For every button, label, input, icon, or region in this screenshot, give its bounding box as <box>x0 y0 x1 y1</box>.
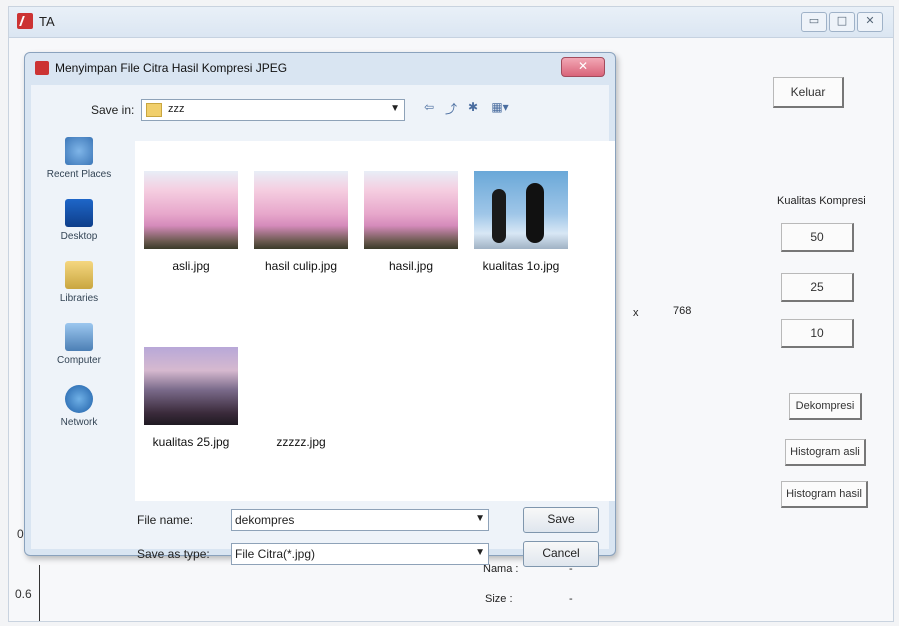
file-thumbnail <box>254 347 348 425</box>
file-item[interactable]: hasil.jpg <box>361 171 461 273</box>
file-name: hasil culip.jpg <box>264 259 338 273</box>
axis-tick-0: 0 <box>17 527 24 541</box>
quality-25-button[interactable]: 25 <box>781 273 854 302</box>
app-title: TA <box>39 14 55 29</box>
place-label-desktop: Desktop <box>60 231 98 242</box>
file-item[interactable]: kualitas 1o.jpg <box>471 171 571 273</box>
file-name-label: File name: <box>137 513 194 527</box>
minimize-button[interactable]: ▭ <box>801 12 827 32</box>
maximize-button[interactable]: □ <box>829 12 855 32</box>
chevron-down-icon: ▼ <box>475 513 485 524</box>
save-in-value: zzz <box>168 103 185 115</box>
file-list: asli.jpg hasil culip.jpg hasil.jpg kuali… <box>135 141 615 501</box>
file-item[interactable]: hasil culip.jpg <box>251 171 351 273</box>
file-item[interactable]: kualitas 25.jpg <box>141 347 241 449</box>
histogram-asli-button[interactable]: Histogram asli <box>785 439 866 466</box>
file-thumbnail <box>254 171 348 249</box>
dialog-logo-icon <box>35 61 49 75</box>
libraries-icon <box>65 261 93 289</box>
up-folder-icon[interactable]: ⤴ <box>443 100 459 116</box>
file-name-input[interactable]: dekompres ▼ <box>231 509 489 531</box>
x-label: x <box>633 307 639 319</box>
folder-icon <box>146 103 162 117</box>
new-folder-icon[interactable]: ✱ <box>465 100 481 116</box>
place-desktop[interactable]: Desktop <box>35 199 123 242</box>
dialog-body: Save in: zzz ▼ ⇦ ⤴ ✱ ▦▾ Recent Places De… <box>31 85 615 567</box>
place-libraries[interactable]: Libraries <box>35 261 123 304</box>
back-icon[interactable]: ⇦ <box>421 100 437 116</box>
network-icon <box>65 385 93 413</box>
axis-line <box>39 565 40 621</box>
place-recent[interactable]: Recent Places <box>35 137 123 180</box>
width-value: 768 <box>673 305 692 317</box>
file-thumbnail <box>144 171 238 249</box>
dekompresi-button[interactable]: Dekompresi <box>789 393 862 420</box>
size-label: Size : <box>485 593 513 605</box>
file-item[interactable]: asli.jpg <box>141 171 241 273</box>
place-label-computer: Computer <box>57 355 101 366</box>
file-item[interactable]: zzzzz.jpg <box>251 347 351 449</box>
save-in-label: Save in: <box>91 103 135 117</box>
window-controls: ▭ □ ✕ <box>801 12 883 32</box>
place-label-libraries: Libraries <box>59 293 99 304</box>
view-menu-icon[interactable]: ▦▾ <box>487 100 513 116</box>
file-name: kualitas 25.jpg <box>152 435 230 449</box>
file-name: zzzzz.jpg <box>276 435 326 449</box>
file-name: hasil.jpg <box>388 259 434 273</box>
axis-tick-0-6: 0.6 <box>15 587 32 601</box>
place-network[interactable]: Network <box>35 385 123 428</box>
save-button[interactable]: Save <box>523 507 599 533</box>
file-thumbnail <box>474 171 568 249</box>
desktop-icon <box>65 199 93 227</box>
file-name: asli.jpg <box>172 259 210 273</box>
save-type-label: Save as type: <box>137 547 210 561</box>
save-in-select[interactable]: zzz ▼ <box>141 99 405 121</box>
file-thumbnail <box>144 347 238 425</box>
recent-places-icon <box>65 137 93 165</box>
cancel-button[interactable]: Cancel <box>523 541 599 567</box>
file-thumbnail <box>364 171 458 249</box>
quality-10-button[interactable]: 10 <box>781 319 854 348</box>
save-dialog: Menyimpan File Citra Hasil Kompresi JPEG… <box>24 52 616 567</box>
save-type-value: File Citra(*.jpg) <box>235 547 316 561</box>
place-label-network: Network <box>60 417 98 428</box>
place-computer[interactable]: Computer <box>35 323 123 366</box>
chevron-down-icon: ▼ <box>475 547 485 558</box>
app-logo-icon <box>17 13 33 29</box>
computer-icon <box>65 323 93 351</box>
keluar-button[interactable]: Keluar <box>773 77 844 108</box>
dialog-close-button[interactable]: ✕ <box>561 57 605 77</box>
place-label-recent: Recent Places <box>46 169 112 180</box>
kualitas-label: Kualitas Kompresi <box>777 195 866 207</box>
histogram-hasil-button[interactable]: Histogram hasil <box>781 481 868 508</box>
file-name: kualitas 1o.jpg <box>482 259 560 273</box>
close-button[interactable]: ✕ <box>857 12 883 32</box>
size-value: - <box>569 593 573 605</box>
file-name-value: dekompres <box>235 513 295 527</box>
places-bar: Recent Places Desktop Libraries Computer… <box>35 129 123 509</box>
app-titlebar: TA ▭ □ ✕ <box>9 7 893 38</box>
quality-50-button[interactable]: 50 <box>781 223 854 252</box>
save-type-select[interactable]: File Citra(*.jpg) ▼ <box>231 543 489 565</box>
dialog-title: Menyimpan File Citra Hasil Kompresi JPEG <box>55 61 288 75</box>
chevron-down-icon: ▼ <box>390 103 400 114</box>
